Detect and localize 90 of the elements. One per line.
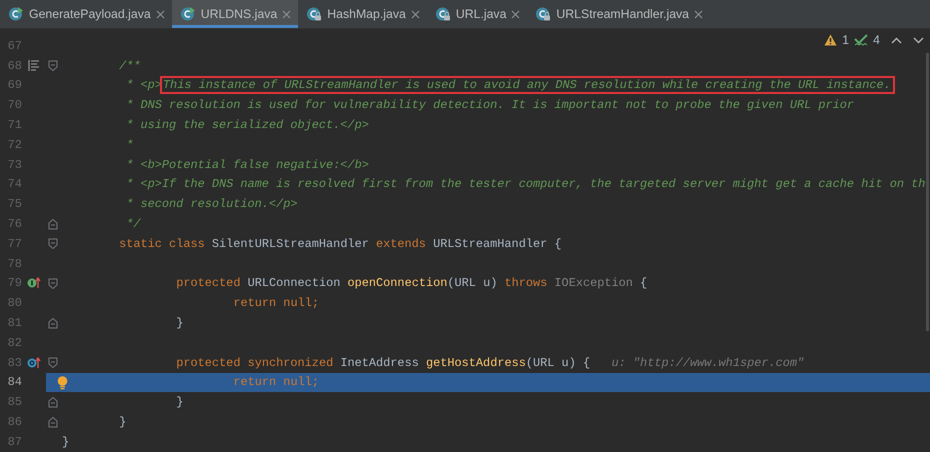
code-comment: * <p>If the DNS name is resolved first from the tester computer, the targeted server might get a cache hit on th: [126, 177, 926, 192]
code-comment: * <b>Potential false negative:</b>: [126, 158, 369, 172]
runnable-class-icon: [180, 6, 196, 22]
line-number: 84: [6, 375, 22, 390]
fold-end-icon[interactable]: [48, 318, 58, 329]
close-icon[interactable]: [282, 10, 292, 18]
line-number: 87: [6, 434, 22, 449]
close-icon[interactable]: [156, 10, 165, 18]
code-comment: * using the serialized object.</p>: [126, 118, 369, 132]
parameter-hint: u: "http://www.wh1sper.com": [612, 356, 804, 370]
code-text: }: [119, 415, 126, 430]
code-comment: * DNS resolution is used for vulnerability detection. It is important not to probe the given URL prior: [126, 98, 854, 112]
runnable-class-icon: [8, 6, 24, 22]
line-number: 83: [6, 356, 22, 370]
code-comment: * second resolution.</p>: [126, 197, 298, 212]
code-text: {: [640, 276, 648, 290]
line-number: 85: [6, 395, 22, 410]
tab-label: GeneratePayload.java: [29, 7, 151, 21]
code-keyword: return null;: [233, 375, 319, 390]
close-icon[interactable]: [511, 10, 520, 18]
line-number: 80: [6, 296, 22, 310]
code-text: (URL u) {: [526, 356, 590, 370]
file-tab[interactable]: GeneratePayload.java: [0, 0, 172, 28]
implements-method-icon[interactable]: [27, 277, 41, 290]
close-icon[interactable]: [410, 10, 420, 18]
line-number: 75: [6, 197, 22, 212]
file-tab[interactable]: HashMap.java: [298, 0, 427, 28]
code-keyword: static class: [119, 236, 205, 251]
line-number: 86: [6, 415, 22, 430]
file-tab[interactable]: URLDNS.java: [172, 0, 298, 28]
overrides-method-icon[interactable]: [27, 356, 41, 369]
code-comment: * <p>: [126, 78, 162, 92]
line-number: 70: [6, 98, 22, 112]
fold-marker-icon[interactable]: [48, 357, 58, 368]
locked-class-icon: [535, 6, 552, 22]
code-text: URLConnection: [248, 276, 340, 290]
tab-label: URLDNS.java: [200, 7, 278, 21]
fold-marker-icon[interactable]: [48, 238, 58, 250]
lightbulb-icon[interactable]: [57, 376, 68, 390]
code-text: }: [62, 434, 70, 449]
file-tab[interactable]: URLStreamHandler.java: [527, 0, 710, 28]
line-number: 72: [6, 138, 22, 152]
warning-count: 1: [842, 33, 850, 47]
method-name: getHostAddress: [426, 356, 526, 370]
locked-class-icon: [306, 6, 322, 22]
code-keyword: extends: [376, 236, 426, 251]
line-number: 78: [6, 256, 22, 271]
code-comment: *: [126, 138, 134, 152]
code-text: }: [176, 395, 184, 410]
fold-end-icon[interactable]: [48, 218, 58, 230]
line-number: 81: [6, 316, 22, 330]
code-text: SilentURLStreamHandler: [212, 236, 369, 251]
code-keyword: return null;: [233, 296, 319, 310]
typo-check-icon[interactable]: [854, 34, 868, 46]
fold-end-icon[interactable]: [48, 416, 58, 428]
highlighted-comment: This instance of URLStreamHandler is used to avoid any DNS resolution while creating the URL instance.: [162, 78, 893, 92]
tab-label: HashMap.java: [327, 7, 406, 21]
code-keyword: protected: [176, 276, 240, 290]
code-text: InetAddress: [340, 356, 419, 370]
code-text: URLStreamHandler {: [433, 236, 562, 251]
line-number: 68: [6, 58, 22, 73]
code-text: IOException: [554, 276, 633, 290]
line-number: 77: [6, 236, 22, 251]
code-keyword: throws: [504, 276, 548, 290]
method-name: openConnection: [347, 276, 448, 290]
fold-marker-icon[interactable]: [48, 60, 58, 72]
tab-label: URL.java: [456, 7, 506, 21]
tab-label: URLStreamHandler.java: [556, 7, 690, 21]
code-keyword: protected synchronized: [176, 356, 334, 370]
scrollbar[interactable]: [926, 53, 929, 331]
close-icon[interactable]: [694, 10, 704, 18]
line-number: 69: [6, 78, 22, 92]
fold-end-icon[interactable]: [48, 396, 58, 408]
line-number: 76: [6, 217, 22, 232]
code-comment: /**: [119, 58, 141, 73]
warning-icon[interactable]: [824, 34, 838, 46]
fold-marker-icon[interactable]: [48, 278, 58, 289]
javadoc-toggle-icon[interactable]: [28, 60, 40, 72]
file-tab[interactable]: URL.java: [426, 0, 528, 28]
typo-count: 4: [873, 33, 880, 47]
code-comment: */: [126, 217, 141, 232]
line-number: 79: [6, 276, 22, 290]
line-number: 74: [6, 177, 22, 192]
line-number: 82: [6, 336, 22, 350]
line-number: 73: [6, 158, 22, 172]
code-text: (URL u): [447, 276, 498, 290]
line-number: 67: [6, 38, 22, 53]
line-number: 71: [6, 118, 22, 132]
locked-class-icon: [434, 6, 451, 22]
code-text: }: [176, 316, 184, 330]
